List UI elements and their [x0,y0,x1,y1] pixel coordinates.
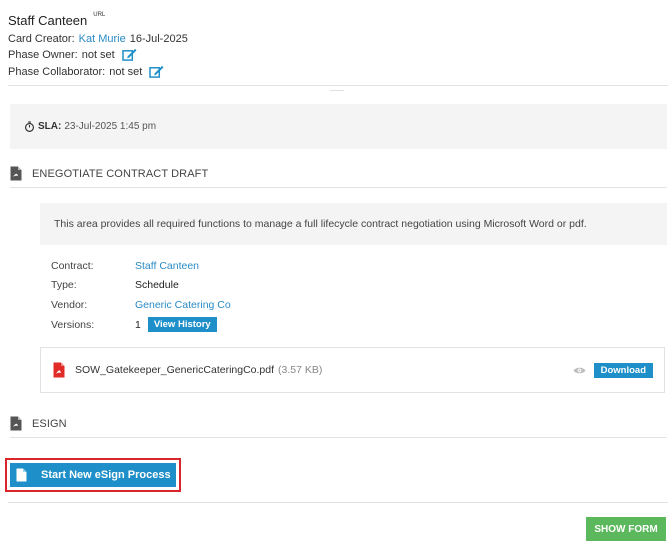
type-label: Type: [51,279,77,291]
vendor-link[interactable]: Generic Catering Co [135,299,231,311]
vendor-row: Vendor: Generic Catering Co [51,299,231,311]
start-esign-button[interactable]: Start New eSign Process [10,463,176,487]
phase-collaborator-line: Phase Collaborator: not set [8,65,164,78]
view-history-button[interactable]: View History [147,317,217,332]
esign-heading: ESIGN [32,417,67,430]
versions-value: 1 [135,318,141,331]
negotiate-section-header[interactable]: ENEGOTIATE CONTRACT DRAFT [10,160,667,188]
versions-label: Versions: [51,318,95,331]
resize-grip[interactable] [330,90,344,91]
card-creator-link[interactable]: Kat Murie [79,33,126,45]
edit-phase-owner-icon[interactable] [121,48,137,61]
show-form-button[interactable]: SHOW FORM [586,517,666,541]
url-tag[interactable]: URL [93,12,105,18]
sla-value: 23-Jul-2025 1:45 pm [64,121,157,132]
card-title: Staff Canteen URL [8,12,105,28]
phase-owner-line: Phase Owner: not set [8,48,137,61]
negotiate-heading: ENEGOTIATE CONTRACT DRAFT [32,167,209,180]
file-name[interactable]: SOW_Gatekeeper_GenericCateringCo.pdf [75,364,274,376]
phase-collaborator-label: Phase Collaborator: [8,65,106,78]
phase-collaborator-value: not set [109,65,143,78]
pdf-document-icon [10,166,22,181]
negotiate-description-panel: This area provides all required function… [40,203,667,245]
card-creator-line: Card Creator: Kat Murie 16-Jul-2025 [8,33,188,45]
esign-highlight-frame: Start New eSign Process [5,458,181,492]
sla-label: SLA: [38,121,62,132]
versions-row: Versions: 1 View History [51,317,217,332]
pdf-file-icon [53,362,65,378]
card-created-date: 16-Jul-2025 [129,33,188,45]
phase-owner-label: Phase Owner: [8,48,78,61]
contract-label: Contract: [51,260,94,272]
file-icon [16,468,27,482]
card-title-text: Staff Canteen [8,13,88,28]
file-size: (3.57 KB) [278,364,323,376]
stopwatch-icon [24,121,35,132]
header-divider [8,85,668,86]
pdf-document-icon [10,416,22,431]
card-creator-label: Card Creator: [8,33,75,45]
contract-link[interactable]: Staff Canteen [135,260,199,272]
eye-icon[interactable] [573,366,586,375]
contract-row: Contract: Staff Canteen [51,260,199,272]
phase-owner-value: not set [81,48,115,61]
edit-phase-collaborator-icon[interactable] [149,65,164,78]
download-button[interactable]: Download [593,363,653,378]
sla-panel: SLA: 23-Jul-2025 1:45 pm [10,104,667,149]
type-row: Type: Schedule [51,279,179,291]
footer-divider [8,502,668,503]
attached-file-card: SOW_Gatekeeper_GenericCateringCo.pdf (3.… [40,347,665,393]
type-value: Schedule [135,279,179,291]
start-esign-label: Start New eSign Process [41,469,171,481]
vendor-label: Vendor: [51,299,88,311]
esign-section-header[interactable]: ESIGN [10,410,667,438]
negotiate-description: This area provides all required function… [54,218,587,230]
